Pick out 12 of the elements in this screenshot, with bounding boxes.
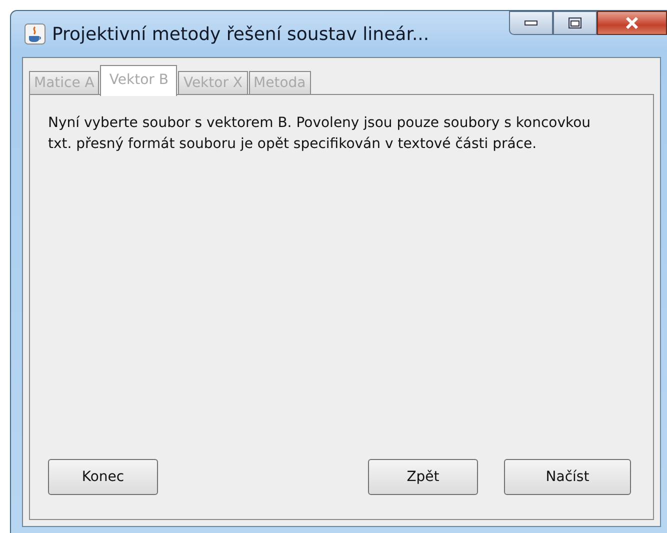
- cup-icon: [24, 23, 46, 45]
- dialog-button[interactable]: Zpět: [368, 459, 478, 495]
- close-icon: [624, 16, 640, 30]
- close-button[interactable]: [597, 11, 667, 35]
- minimize-button[interactable]: [509, 11, 553, 35]
- instruction-text: Nyní vyberte soubor s vektorem B. Povoleny jsou pouze soubory s koncovkou txt. přesný formát souboru je opět specifikován v textové části práce.: [48, 114, 592, 154]
- dialog-button[interactable]: Načíst: [504, 459, 631, 495]
- dialog-button[interactable]: Konec: [48, 459, 158, 495]
- window-title: Projektivní metody řešení soustav lineár...: [52, 24, 430, 44]
- maximize-icon: [568, 17, 582, 29]
- minimize-icon: [524, 20, 538, 26]
- maximize-button[interactable]: [553, 11, 597, 35]
